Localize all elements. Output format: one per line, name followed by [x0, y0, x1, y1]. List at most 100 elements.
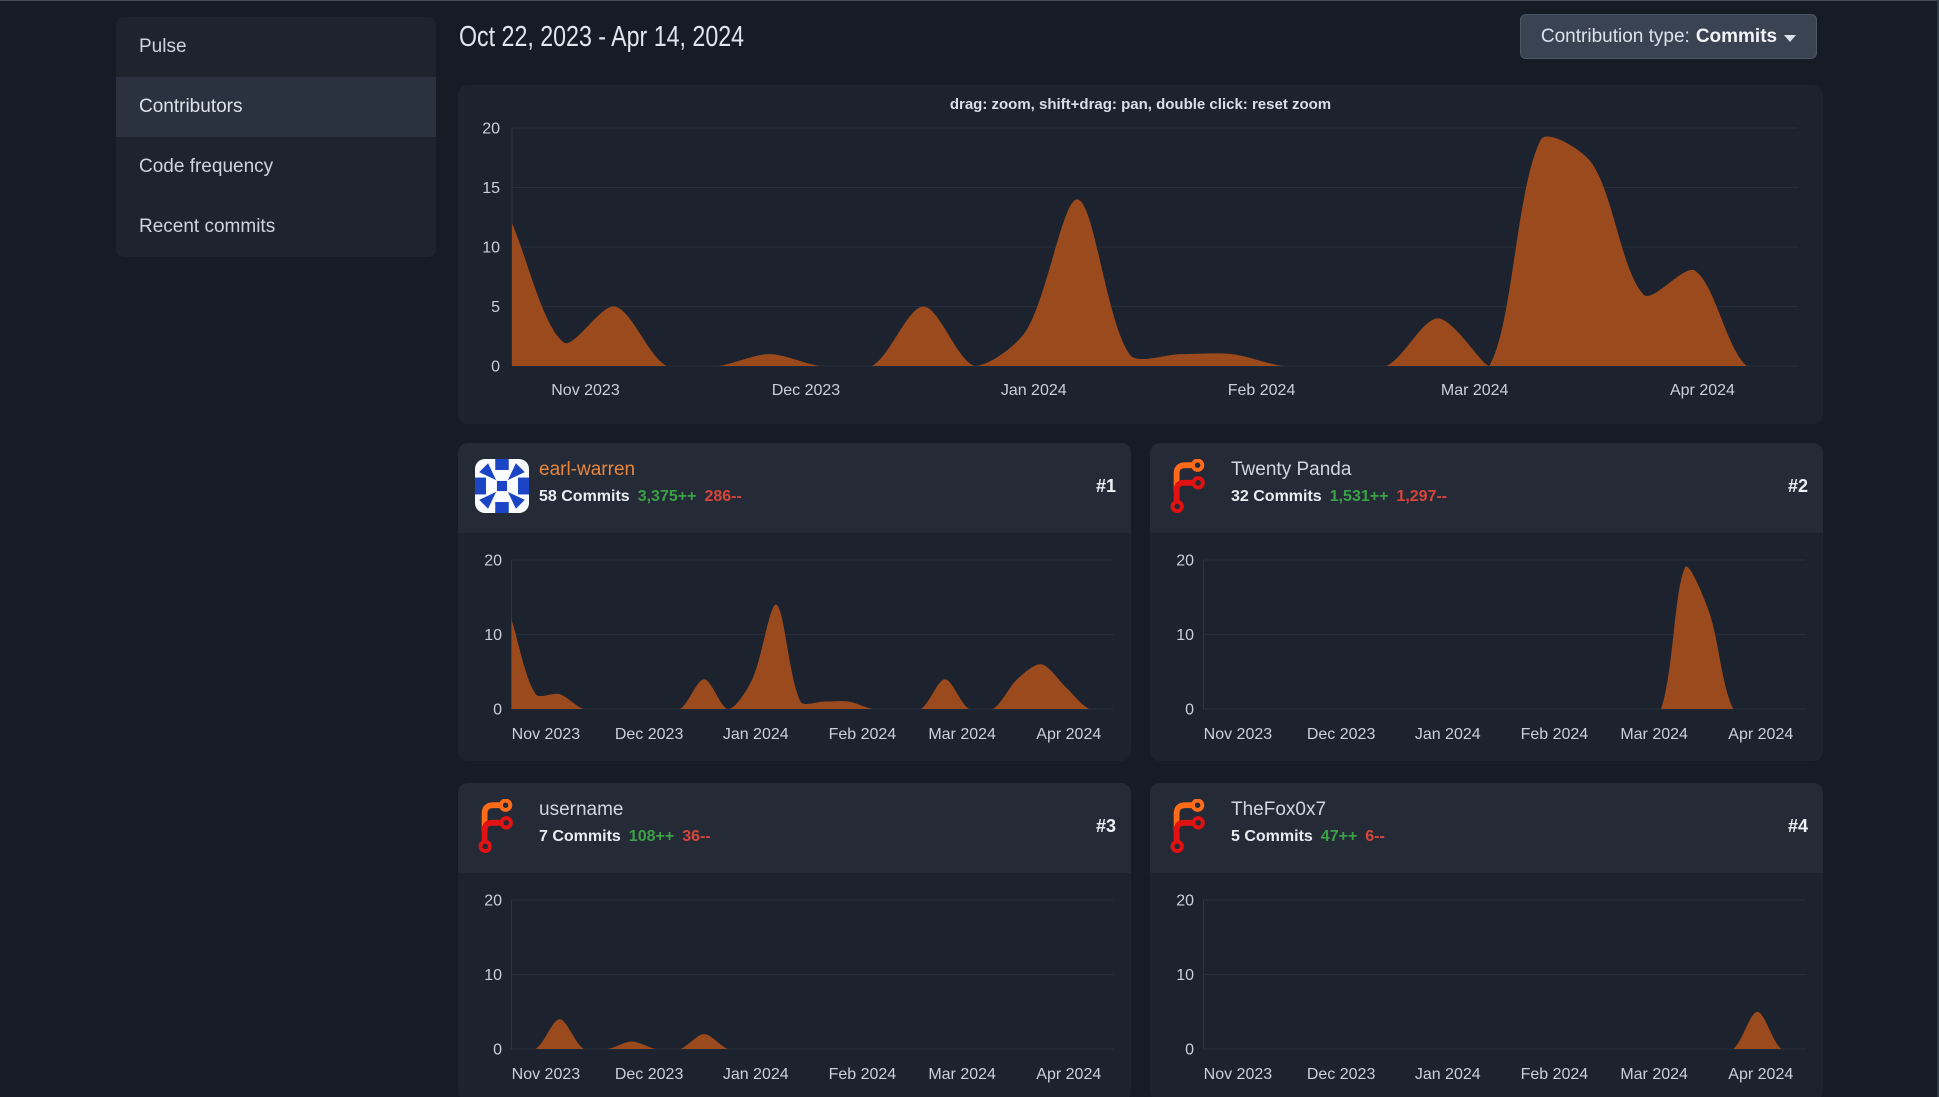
chevron-down-icon	[1784, 34, 1797, 42]
sidebar-item-code-frequency[interactable]: Code frequency	[116, 137, 436, 197]
contributor-name[interactable]: TheFox0x7	[1231, 799, 1326, 822]
contributor-rank-badge: #1	[1095, 476, 1116, 496]
contributor-card-3: username 7 Commits 108++ 36-- #3 0 10 20 No…	[458, 783, 1131, 1097]
svg-text:Apr 2024: Apr 2024	[1036, 726, 1101, 743]
svg-text:Apr 2024: Apr 2024	[1728, 1066, 1793, 1083]
svg-text:Dec 2023: Dec 2023	[615, 726, 684, 743]
svg-text:Dec 2023: Dec 2023	[772, 382, 841, 399]
page-title-date-range: Oct 22, 2023 - Apr 14, 2024	[459, 21, 745, 53]
contribution-type-button[interactable]: Contribution type: Commits	[1520, 14, 1817, 59]
contributor-card-header: earl-warren 58 Commits 3,375++ 286-- #1	[458, 443, 1131, 533]
contributor-commits-chart[interactable]: 0 10 20 Nov 2023 Dec 2023 Jan 2024 Feb 2024 Mar…	[1150, 533, 1823, 761]
svg-text:Jan 2024: Jan 2024	[723, 726, 789, 743]
svg-text:0: 0	[493, 1042, 502, 1059]
svg-text:Nov 2023: Nov 2023	[512, 1066, 581, 1083]
svg-text:Mar 2024: Mar 2024	[1441, 382, 1509, 399]
contributor-name[interactable]: earl-warren	[539, 459, 635, 482]
svg-text:Mar 2024: Mar 2024	[928, 1066, 996, 1083]
forgejo-logo-avatar-image	[1170, 459, 1205, 513]
contributor-card-1: earl-warren 58 Commits 3,375++ 286-- #1 …	[458, 443, 1131, 761]
contributor-card-2: Twenty Panda 32 Commits 1,531++ 1,297-- …	[1150, 443, 1823, 761]
overall-commits-chart[interactable]: 0 5 10 15 20 Nov 2023 Dec 2023 Jan 2024 Feb 2024…	[458, 85, 1823, 424]
contributor-card-4: TheFox0x7 5 Commits 47++ 6-- #4 0 10 20 Nov…	[1150, 783, 1823, 1097]
sidebar-item-recent-commits[interactable]: Recent commits	[116, 197, 436, 257]
svg-text:Feb 2024: Feb 2024	[829, 1066, 897, 1083]
svg-text:Dec 2023: Dec 2023	[1307, 726, 1376, 743]
contributor-rank-badge: #4	[1787, 816, 1808, 836]
svg-text:15: 15	[482, 180, 500, 197]
deletions-count: 1,297--	[1396, 488, 1448, 505]
svg-text:Nov 2023: Nov 2023	[551, 382, 620, 399]
sidebar-item-contributors[interactable]: Contributors	[116, 77, 436, 137]
contributor-stats: 7 Commits 108++ 36--	[539, 827, 711, 848]
svg-text:Jan 2024: Jan 2024	[1415, 1066, 1481, 1083]
svg-text:Dec 2023: Dec 2023	[615, 1066, 684, 1083]
contributor-stats: 32 Commits 1,531++ 1,297--	[1231, 487, 1447, 508]
svg-text:Jan 2024: Jan 2024	[1415, 726, 1481, 743]
avatar[interactable]	[1167, 459, 1221, 513]
svg-text:Feb 2024: Feb 2024	[1521, 1066, 1589, 1083]
svg-text:0: 0	[1185, 702, 1194, 719]
deletions-count: 286--	[704, 488, 742, 505]
svg-text:Apr 2024: Apr 2024	[1728, 726, 1793, 743]
svg-text:10: 10	[484, 627, 502, 644]
svg-text:Mar 2024: Mar 2024	[1620, 726, 1688, 743]
contributor-rank-badge: #3	[1095, 816, 1116, 836]
avatar[interactable]	[1167, 799, 1221, 853]
svg-text:Mar 2024: Mar 2024	[1620, 1066, 1688, 1083]
svg-text:Nov 2023: Nov 2023	[1204, 1066, 1273, 1083]
svg-text:Nov 2023: Nov 2023	[1204, 726, 1273, 743]
svg-text:10: 10	[484, 967, 502, 984]
svg-text:20: 20	[484, 893, 502, 910]
contributor-commits-chart[interactable]: 0 10 20 Nov 2023 Dec 2023 Jan 2024 Feb 2024 Mar…	[458, 873, 1131, 1097]
additions-count: 47++	[1320, 828, 1358, 845]
svg-text:20: 20	[1176, 893, 1194, 910]
contributor-card-header: Twenty Panda 32 Commits 1,531++ 1,297-- …	[1150, 443, 1823, 533]
identicon-avatar-image	[475, 459, 529, 513]
contributor-card-header: username 7 Commits 108++ 36-- #3	[458, 783, 1131, 873]
contribution-type-value: Commits	[1695, 25, 1778, 47]
svg-text:10: 10	[482, 240, 500, 257]
additions-count: 1,531++	[1329, 488, 1389, 505]
svg-text:Apr 2024: Apr 2024	[1670, 382, 1735, 399]
commit-count: 32 Commits	[1231, 488, 1322, 505]
avatar[interactable]	[475, 459, 529, 513]
svg-text:0: 0	[1185, 1042, 1194, 1059]
additions-count: 3,375++	[637, 488, 697, 505]
forgejo-logo-avatar-image	[478, 799, 513, 853]
activity-sidebar-menu: Pulse Contributors Code frequency Recent…	[116, 17, 436, 257]
svg-text:20: 20	[484, 553, 502, 570]
svg-text:10: 10	[1176, 967, 1194, 984]
contributor-stats: 5 Commits 47++ 6--	[1231, 827, 1385, 848]
svg-text:Feb 2024: Feb 2024	[1228, 382, 1296, 399]
contributor-commits-chart[interactable]: 0 10 20 Nov 2023 Dec 2023 Jan 2024 Feb 2024 Mar…	[1150, 873, 1823, 1097]
deletions-count: 36--	[682, 828, 711, 845]
commit-count: 58 Commits	[539, 488, 630, 505]
svg-text:20: 20	[482, 121, 500, 138]
top-window-border	[0, 0, 1939, 1]
deletions-count: 6--	[1365, 828, 1385, 845]
svg-text:Apr 2024: Apr 2024	[1036, 1066, 1101, 1083]
svg-text:Feb 2024: Feb 2024	[1521, 726, 1589, 743]
contributor-name[interactable]: username	[539, 799, 624, 822]
commit-count: 7 Commits	[539, 828, 621, 845]
svg-text:20: 20	[1176, 553, 1194, 570]
contributors-page: { "header": { "date_range": "Oct 22, 202…	[0, 0, 1939, 1097]
svg-text:Jan 2024: Jan 2024	[723, 1066, 789, 1083]
contributor-name[interactable]: Twenty Panda	[1231, 459, 1351, 482]
sidebar-item-pulse[interactable]: Pulse	[116, 17, 436, 77]
contributor-rank-badge: #2	[1787, 476, 1808, 496]
svg-text:5: 5	[491, 299, 500, 316]
overall-commits-chart-card: drag: zoom, shift+drag: pan, double clic…	[458, 85, 1823, 424]
additions-count: 108++	[628, 828, 675, 845]
commit-count: 5 Commits	[1231, 828, 1313, 845]
svg-text:Nov 2023: Nov 2023	[512, 726, 581, 743]
contributor-commits-chart[interactable]: 0 10 20 Nov 2023 Dec 2023 Jan 2024 Feb 2024 Mar…	[458, 533, 1131, 761]
contribution-type-label: Contribution type:	[1540, 25, 1690, 47]
svg-text:0: 0	[491, 359, 500, 376]
contributor-card-header: TheFox0x7 5 Commits 47++ 6-- #4	[1150, 783, 1823, 873]
avatar[interactable]	[475, 799, 529, 853]
forgejo-logo-avatar-image	[1170, 799, 1205, 853]
contributor-stats: 58 Commits 3,375++ 286--	[539, 487, 742, 508]
svg-text:Dec 2023: Dec 2023	[1307, 1066, 1376, 1083]
